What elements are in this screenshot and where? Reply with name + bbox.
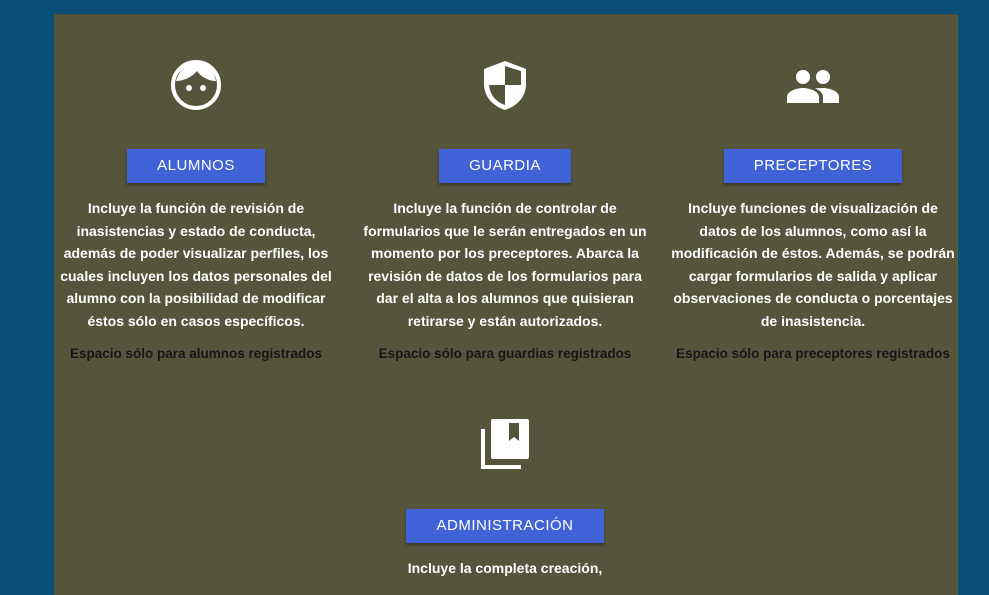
administracion-description: Incluye la completa creación, [407, 560, 603, 576]
alumnos-note: Espacio sólo para alumnos registrados [69, 346, 323, 361]
people-icon [787, 70, 839, 103]
shield-icon [484, 61, 526, 110]
card-guardia: GUARDIA Incluye la función de controlar … [360, 59, 650, 361]
preceptores-description: Incluye funciones de visualización de da… [671, 200, 955, 329]
guardia-description: Incluye la función de controlar de formu… [363, 200, 647, 329]
face-icon [171, 60, 221, 110]
card-alumnos: ALUMNOS Incluye la función de revisión d… [51, 59, 341, 361]
guardia-button[interactable]: GUARDIA [439, 149, 571, 183]
preceptores-note: Espacio sólo para preceptores registrado… [676, 346, 950, 361]
administracion-button[interactable]: ADMINISTRACIÓN [406, 509, 604, 543]
bookmarks-icon [481, 419, 529, 469]
preceptores-button[interactable]: PRECEPTORES [723, 149, 903, 183]
card-administracion: ADMINISTRACIÓN Incluye la completa creac… [360, 417, 650, 580]
guardia-note: Espacio sólo para guardias registrados [378, 346, 632, 361]
roles-panel: ALUMNOS Incluye la función de revisión d… [51, 14, 958, 595]
card-preceptores: PRECEPTORES Incluye funciones de visuali… [668, 59, 958, 361]
alumnos-description: Incluye la función de revisión de inasis… [60, 200, 332, 329]
alumnos-button[interactable]: ALUMNOS [127, 149, 265, 183]
